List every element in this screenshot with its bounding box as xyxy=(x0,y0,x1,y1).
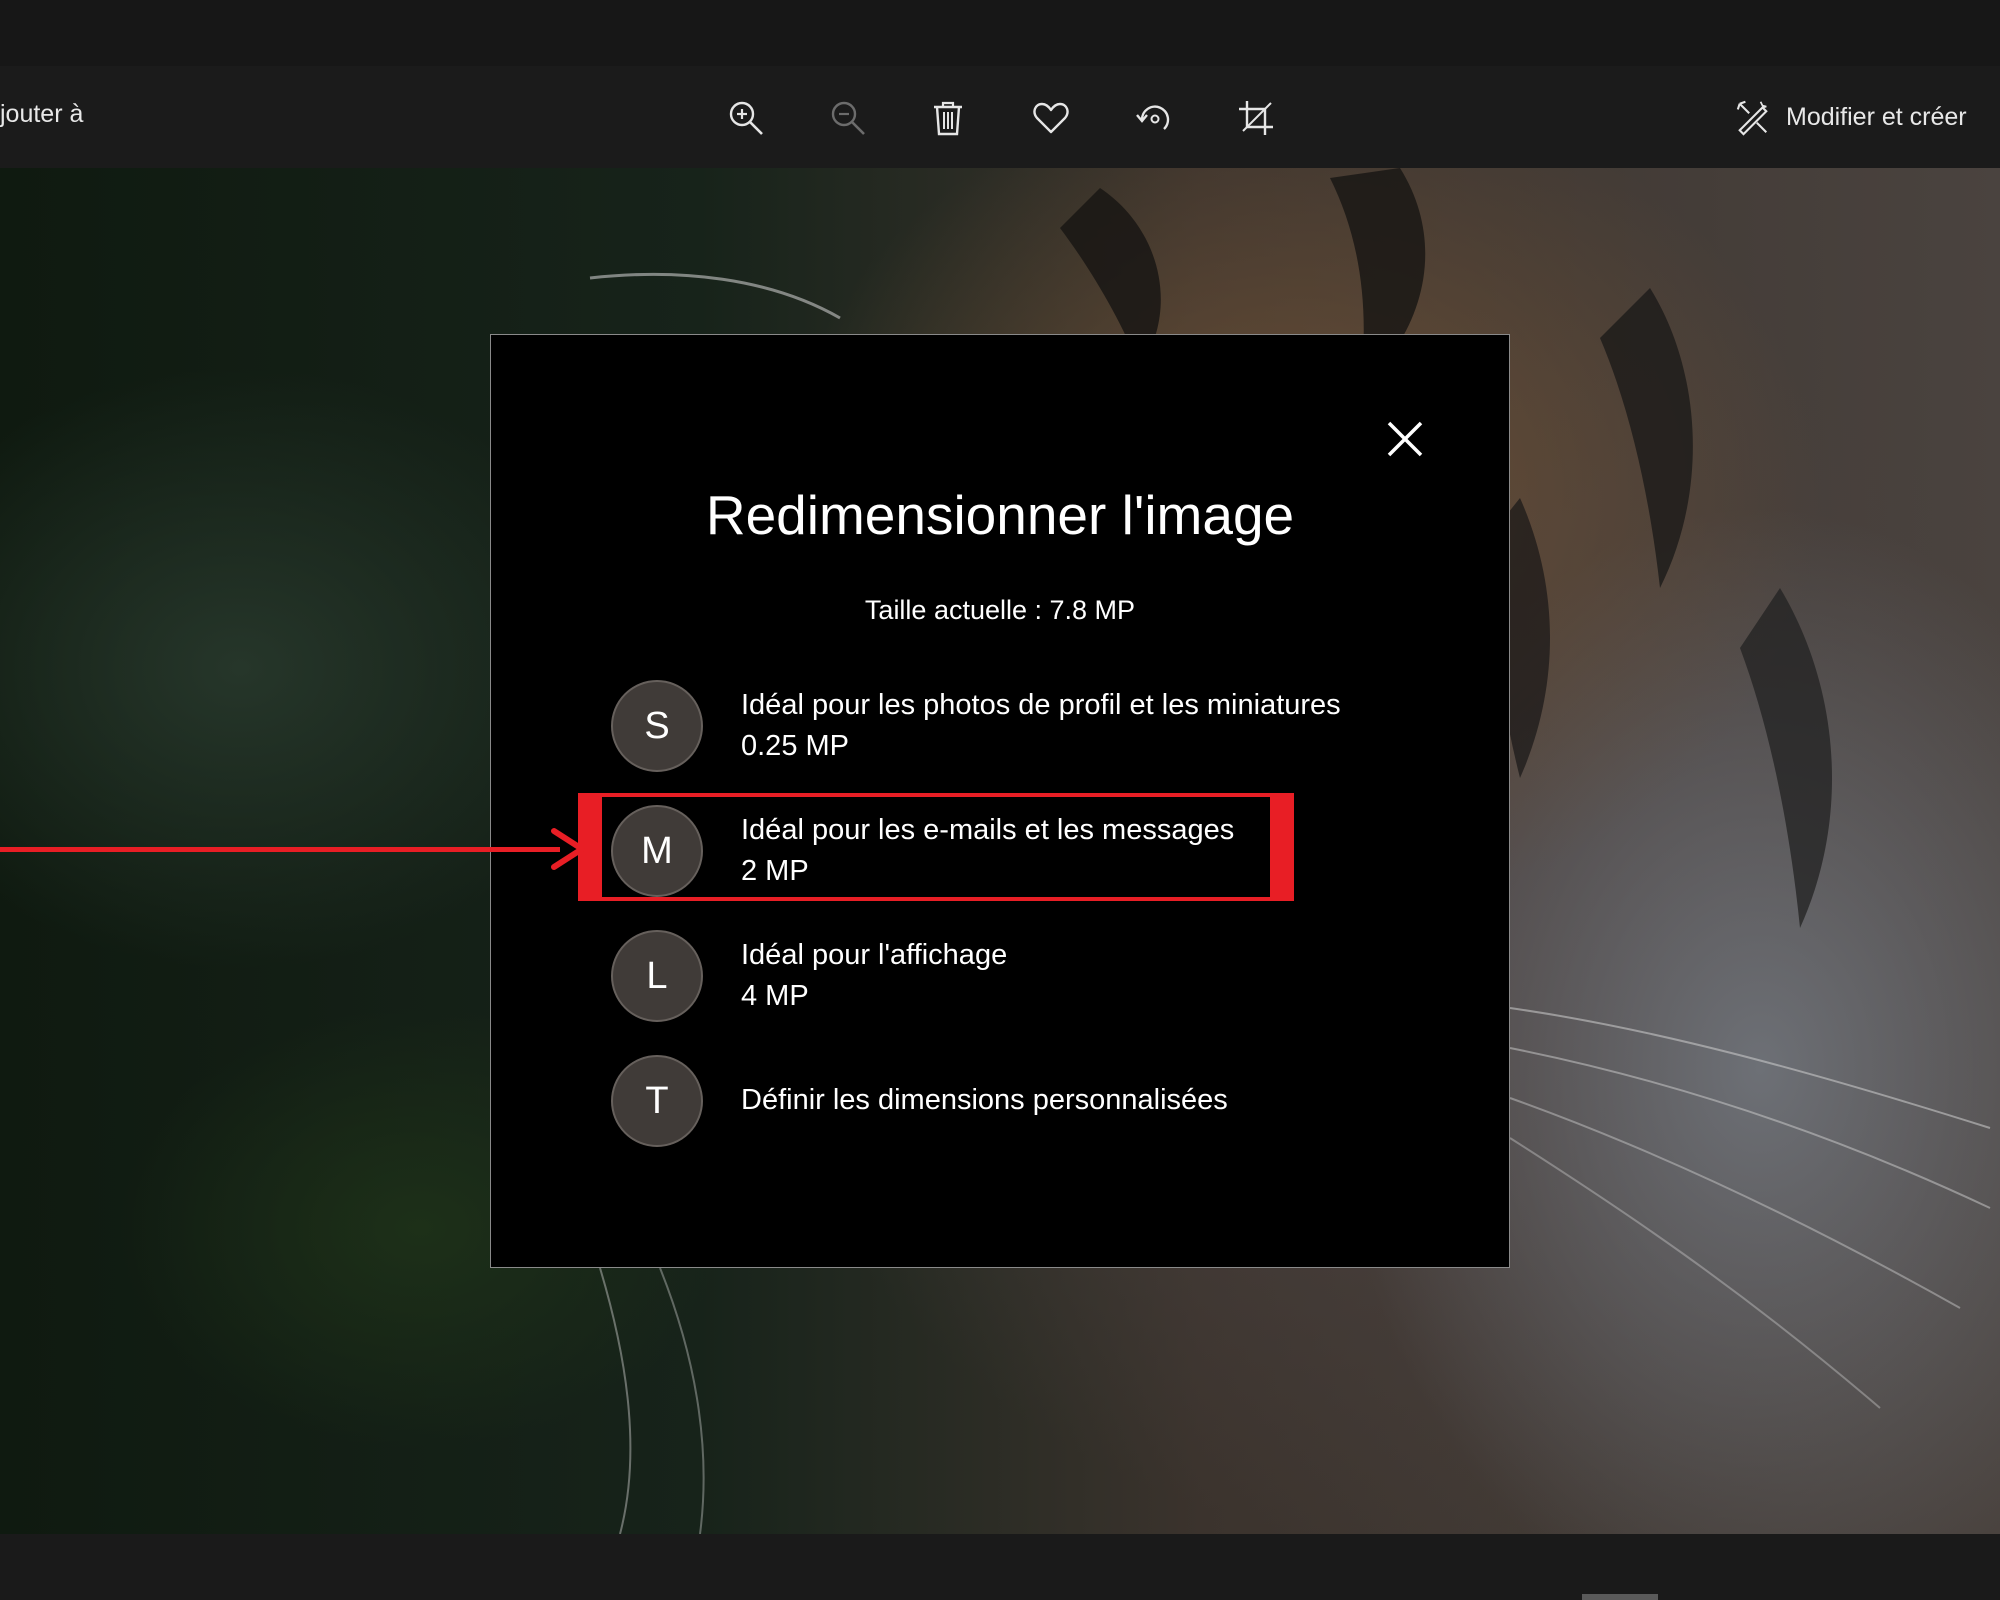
scrollbar-thumb[interactable] xyxy=(1582,1594,1658,1600)
size-option-custom[interactable]: T Définir les dimensions personnalisées xyxy=(611,1051,1411,1151)
crop-button[interactable] xyxy=(1230,92,1282,144)
size-badge: L xyxy=(611,930,703,1022)
option-description: Idéal pour les e-mails et les messages xyxy=(741,814,1235,846)
bottom-bar xyxy=(0,1534,2000,1600)
current-size-text: Taille actuelle : 7.8 MP xyxy=(864,595,1136,625)
toolbar xyxy=(0,66,2000,168)
option-size: 4 MP xyxy=(741,980,809,1012)
dialog-title: Redimensionner l'image xyxy=(705,484,1295,546)
size-option-l[interactable]: L Idéal pour l'affichage 4 MP xyxy=(611,926,1411,1026)
size-option-m[interactable]: M Idéal pour les e-mails et les messages… xyxy=(611,801,1411,901)
edit-create-icon xyxy=(1736,100,1768,136)
size-option-s[interactable]: S Idéal pour les photos de profil et les… xyxy=(611,676,1411,776)
delete-button[interactable] xyxy=(922,92,974,144)
arrow-head-icon xyxy=(551,828,585,870)
crop-icon xyxy=(1239,101,1273,135)
heart-icon xyxy=(1033,102,1069,134)
trash-icon xyxy=(934,101,962,136)
option-description: Définir les dimensions personnalisées xyxy=(741,1084,1228,1116)
zoom-out-button[interactable] xyxy=(822,92,874,144)
option-description: Idéal pour les photos de profil et les m… xyxy=(741,689,1341,721)
size-badge: T xyxy=(611,1055,703,1147)
zoom-in-icon xyxy=(729,101,763,135)
option-size: 0.25 MP xyxy=(741,730,849,762)
annotation-arrow-line xyxy=(0,847,560,852)
zoom-out-icon xyxy=(831,101,865,135)
close-icon xyxy=(1387,421,1423,457)
rotate-button[interactable] xyxy=(1128,92,1180,144)
favorite-button[interactable] xyxy=(1025,92,1077,144)
edit-create-label: Modifier et créer xyxy=(1786,102,1967,131)
close-button[interactable] xyxy=(1380,414,1430,464)
resize-dialog: Redimensionner l'image Taille actuelle :… xyxy=(490,334,1510,1268)
option-size: 2 MP xyxy=(741,855,809,887)
size-badge: M xyxy=(611,805,703,897)
edit-create-button[interactable]: Modifier et créer xyxy=(1734,94,1967,140)
zoom-in-button[interactable] xyxy=(720,92,772,144)
option-description: Idéal pour l'affichage xyxy=(741,939,1008,971)
size-badge: S xyxy=(611,680,703,772)
window-title-bar xyxy=(0,0,2000,66)
add-to-button[interactable]: jouter à xyxy=(0,100,83,129)
rotate-icon xyxy=(1136,105,1170,130)
